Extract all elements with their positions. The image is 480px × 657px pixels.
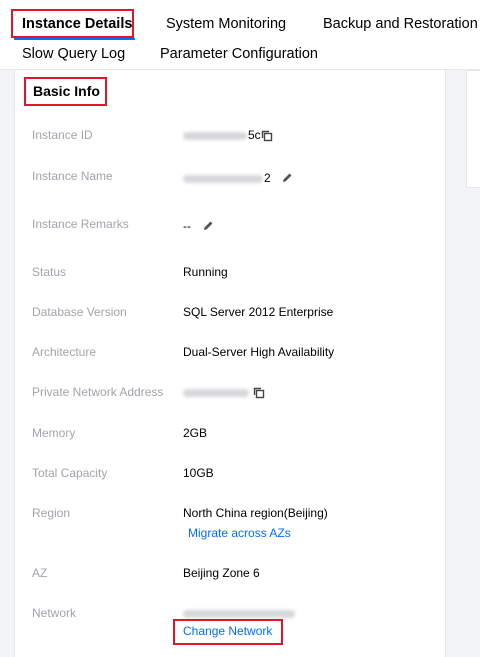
instance-remarks-value: -- bbox=[183, 219, 191, 233]
memory-label: Memory bbox=[32, 426, 76, 440]
db-version-label: Database Version bbox=[32, 305, 127, 319]
section-title-basic-info: Basic Info bbox=[24, 77, 107, 106]
instance-id-label: Instance ID bbox=[32, 128, 93, 142]
tab-instance-details[interactable]: Instance Details bbox=[22, 16, 132, 32]
edit-icon[interactable] bbox=[281, 172, 293, 184]
db-version-value: SQL Server 2012 Enterprise bbox=[183, 305, 334, 319]
copy-icon[interactable] bbox=[253, 387, 265, 399]
active-tab-underline bbox=[14, 38, 135, 40]
masked-text bbox=[183, 131, 247, 140]
status-value: Running bbox=[183, 265, 228, 279]
instance-name-value: 2 bbox=[183, 171, 271, 185]
az-value: Beijing Zone 6 bbox=[183, 566, 260, 580]
status-label: Status bbox=[32, 265, 67, 279]
total-capacity-label: Total Capacity bbox=[32, 466, 108, 480]
copy-icon[interactable] bbox=[261, 130, 273, 142]
instance-name-label: Instance Name bbox=[32, 169, 113, 183]
private-address-label: Private Network Address bbox=[32, 385, 164, 399]
architecture-label: Architecture bbox=[32, 345, 97, 359]
total-capacity-value: 10GB bbox=[183, 466, 214, 480]
tab-slow-query-log[interactable]: Slow Query Log bbox=[22, 46, 125, 62]
instance-id-value: 5c bbox=[183, 128, 261, 142]
az-label: AZ bbox=[32, 566, 48, 580]
tab-backup-restoration[interactable]: Backup and Restoration bbox=[323, 16, 478, 32]
instance-id-suffix: 5c bbox=[248, 128, 261, 142]
masked-text bbox=[183, 174, 263, 183]
edit-icon[interactable] bbox=[202, 220, 214, 232]
migrate-across-azs-link[interactable]: Migrate across AZs bbox=[188, 526, 291, 540]
region-label: Region bbox=[32, 506, 71, 520]
region-value: North China region(Beijing) bbox=[183, 506, 328, 520]
private-address-value bbox=[183, 385, 250, 399]
architecture-value: Dual-Server High Availability bbox=[183, 345, 335, 359]
memory-value: 2GB bbox=[183, 426, 208, 440]
masked-text bbox=[183, 388, 249, 397]
network-value bbox=[183, 606, 296, 620]
instance-remarks-label: Instance Remarks bbox=[32, 217, 129, 231]
network-label: Network bbox=[32, 606, 77, 620]
tab-bar: Instance Details System Monitoring Backu… bbox=[0, 0, 480, 70]
tab-parameter-configuration[interactable]: Parameter Configuration bbox=[160, 46, 318, 62]
masked-text bbox=[183, 609, 295, 618]
tab-system-monitoring[interactable]: System Monitoring bbox=[166, 16, 286, 32]
change-network-link[interactable]: Change Network bbox=[183, 624, 272, 638]
instance-name-suffix: 2 bbox=[264, 171, 271, 185]
side-card bbox=[466, 70, 480, 188]
